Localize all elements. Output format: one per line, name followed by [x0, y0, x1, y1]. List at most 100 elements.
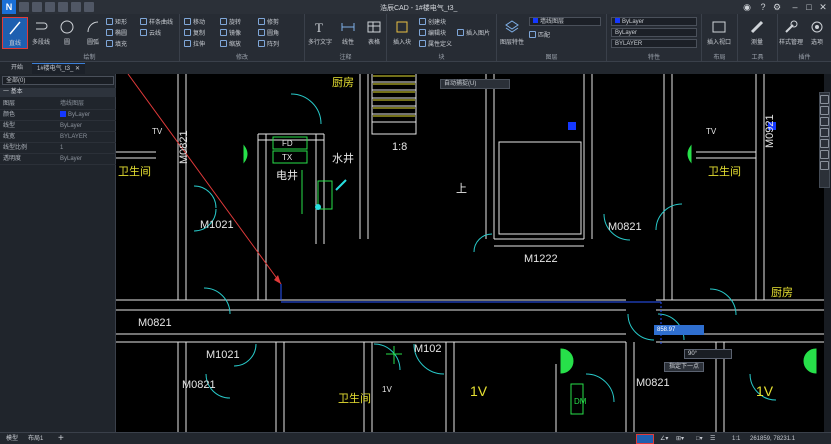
arc-button[interactable]: 圆弧 — [80, 17, 106, 49]
table-button[interactable]: 表格 — [361, 17, 387, 49]
trim-button[interactable]: 修剪 — [258, 17, 279, 26]
mtext-button[interactable]: T 多行文字 — [307, 17, 333, 49]
pan-icon[interactable] — [820, 95, 829, 104]
layer-props-button[interactable]: 图层特性 — [499, 17, 525, 49]
close-icon[interactable]: ✕ — [818, 2, 828, 12]
label-elevator-well: 电井 — [276, 168, 298, 182]
move-icon — [184, 18, 191, 25]
fillet-icon — [258, 29, 265, 36]
object-snap-toggle[interactable] — [636, 434, 654, 444]
insert-icon — [396, 21, 408, 33]
line-icon — [9, 21, 21, 35]
label-door-8: M0821 — [608, 221, 642, 233]
cloud-button[interactable]: 云线 — [140, 28, 161, 37]
mirror-button[interactable]: 镜像 — [220, 28, 241, 37]
add-layout-button[interactable]: + — [58, 433, 64, 444]
rotate-button[interactable]: 旋转 — [220, 17, 241, 26]
minimize-icon[interactable]: – — [790, 2, 800, 12]
label-door-1: M1021 — [200, 219, 234, 231]
rect-button[interactable]: 矩形 — [106, 17, 127, 26]
edit-block-button[interactable]: 编辑块 — [419, 28, 446, 37]
scale-readout[interactable]: 1:1 — [732, 433, 740, 444]
dim-linear-button[interactable]: 线性 — [335, 17, 361, 49]
showmotion-icon[interactable] — [820, 161, 829, 170]
angle-input[interactable]: 90° — [684, 349, 732, 359]
ribbon-group-draw: 直线 多段线 圆 圆弧 矩形 椭圆 填充 样条曲线 云线 绘制 — [0, 14, 180, 62]
zoom-extents-icon[interactable] — [820, 128, 829, 137]
prop-row-lineweight[interactable]: 线宽 BYLAYER — [0, 132, 116, 143]
selection-filter-dropdown[interactable]: 全部(0) — [2, 76, 114, 85]
measure-button[interactable]: 测量 — [744, 17, 770, 49]
circle-button[interactable]: 圆 — [54, 17, 80, 49]
array-button[interactable]: 阵列 — [258, 39, 279, 48]
open-icon[interactable] — [32, 2, 42, 12]
insert-image-button[interactable]: 插入图片 — [457, 28, 490, 37]
trim-icon — [258, 18, 265, 25]
cloud-icon — [140, 29, 147, 36]
label-bath-bottom: 卫生间 — [338, 391, 371, 405]
maximize-icon[interactable]: □ — [804, 2, 814, 12]
redo-icon[interactable] — [84, 2, 94, 12]
viewport-button[interactable]: 插入视口 — [706, 17, 732, 49]
fillet-button[interactable]: 圆角 — [258, 28, 279, 37]
line-button[interactable]: 直线 — [2, 17, 28, 49]
spline-icon — [140, 18, 147, 25]
label-water-well: 水井 — [332, 151, 354, 165]
move-button[interactable]: 移动 — [184, 17, 205, 26]
polar-icon[interactable]: ∠▾ — [660, 433, 668, 444]
print-icon[interactable] — [58, 2, 68, 12]
lineweight-dropdown[interactable]: BYLAYER — [611, 39, 697, 48]
spline-button[interactable]: 样条曲线 — [140, 17, 173, 26]
new-icon[interactable] — [19, 2, 29, 12]
label-door-6: M0821 — [636, 377, 670, 389]
stretch-button[interactable]: 拉伸 — [184, 39, 205, 48]
user-icon[interactable]: ◉ — [742, 2, 752, 12]
style-manager-button[interactable]: 样式管理 — [778, 17, 804, 49]
length-input[interactable]: 858.97 — [654, 325, 704, 335]
lineweight-icon[interactable]: ☰ — [710, 433, 715, 444]
zoom-out-icon[interactable] — [820, 117, 829, 126]
undo-icon[interactable] — [71, 2, 81, 12]
tab-start[interactable]: 开始 — [6, 63, 28, 74]
prop-row-color[interactable]: 颜色 ByLayer — [0, 110, 116, 121]
ortho-icon[interactable]: ⊞▾ — [676, 433, 684, 444]
scale-button[interactable]: 缩放 — [220, 39, 241, 48]
save-icon[interactable] — [45, 2, 55, 12]
model-tab[interactable]: 模型 — [6, 433, 18, 444]
layer-dropdown[interactable]: 墙线图层 — [529, 17, 601, 26]
prop-row-layer[interactable]: 图层 墙线图层 — [0, 99, 116, 110]
tab-drawing[interactable]: 1#楼电气_t3_ ✕ — [32, 63, 86, 74]
copy-button[interactable]: 复制 — [184, 28, 205, 37]
drawing-canvas[interactable]: 电井 水井 FD TX 1:8 上 M1021 M0821 M1222 M082… — [116, 74, 824, 432]
hatch-button[interactable]: 填充 — [106, 39, 127, 48]
text-icon: T — [315, 20, 323, 35]
prop-row-ltscale[interactable]: 线型比例 1 — [0, 143, 116, 154]
osnap-icon[interactable]: □▾ — [696, 433, 703, 444]
attdef-button[interactable]: 属性定义 — [419, 39, 452, 48]
mirror-icon — [220, 29, 227, 36]
label-door-4: M0821 — [182, 379, 216, 391]
prop-row-transparency[interactable]: 透明度 ByLayer — [0, 154, 116, 165]
section-general[interactable]: 一 基本 — [0, 88, 116, 97]
color-dropdown[interactable]: ByLayer — [611, 17, 697, 26]
options-button[interactable]: 选项 — [804, 17, 830, 49]
prop-row-linetype[interactable]: 线型 ByLayer — [0, 121, 116, 132]
create-block-button[interactable]: 创建块 — [419, 17, 446, 26]
wrench-icon — [785, 20, 798, 33]
attdef-icon — [419, 40, 426, 47]
close-tab-icon[interactable]: ✕ — [75, 66, 80, 72]
hatch-icon — [106, 40, 113, 47]
zoom-in-icon[interactable] — [820, 106, 829, 115]
ribbon-group-plugin: 样式管理 选项 插件 — [778, 14, 831, 62]
match-layer-button[interactable]: 匹配 — [529, 30, 550, 39]
orbit-icon[interactable] — [820, 139, 829, 148]
polyline-button[interactable]: 多段线 — [28, 17, 54, 49]
ellipse-button[interactable]: 椭圆 — [106, 28, 127, 37]
help-icon[interactable]: ? — [758, 2, 768, 12]
view-cube-icon[interactable] — [820, 150, 829, 159]
linetype-dropdown[interactable]: ByLayer — [611, 28, 697, 37]
label-up: 上 — [456, 182, 467, 195]
layout-tab[interactable]: 布局1 — [28, 433, 43, 444]
settings-icon[interactable]: ⚙ — [772, 2, 782, 12]
insert-block-button[interactable]: 插入块 — [389, 17, 415, 49]
